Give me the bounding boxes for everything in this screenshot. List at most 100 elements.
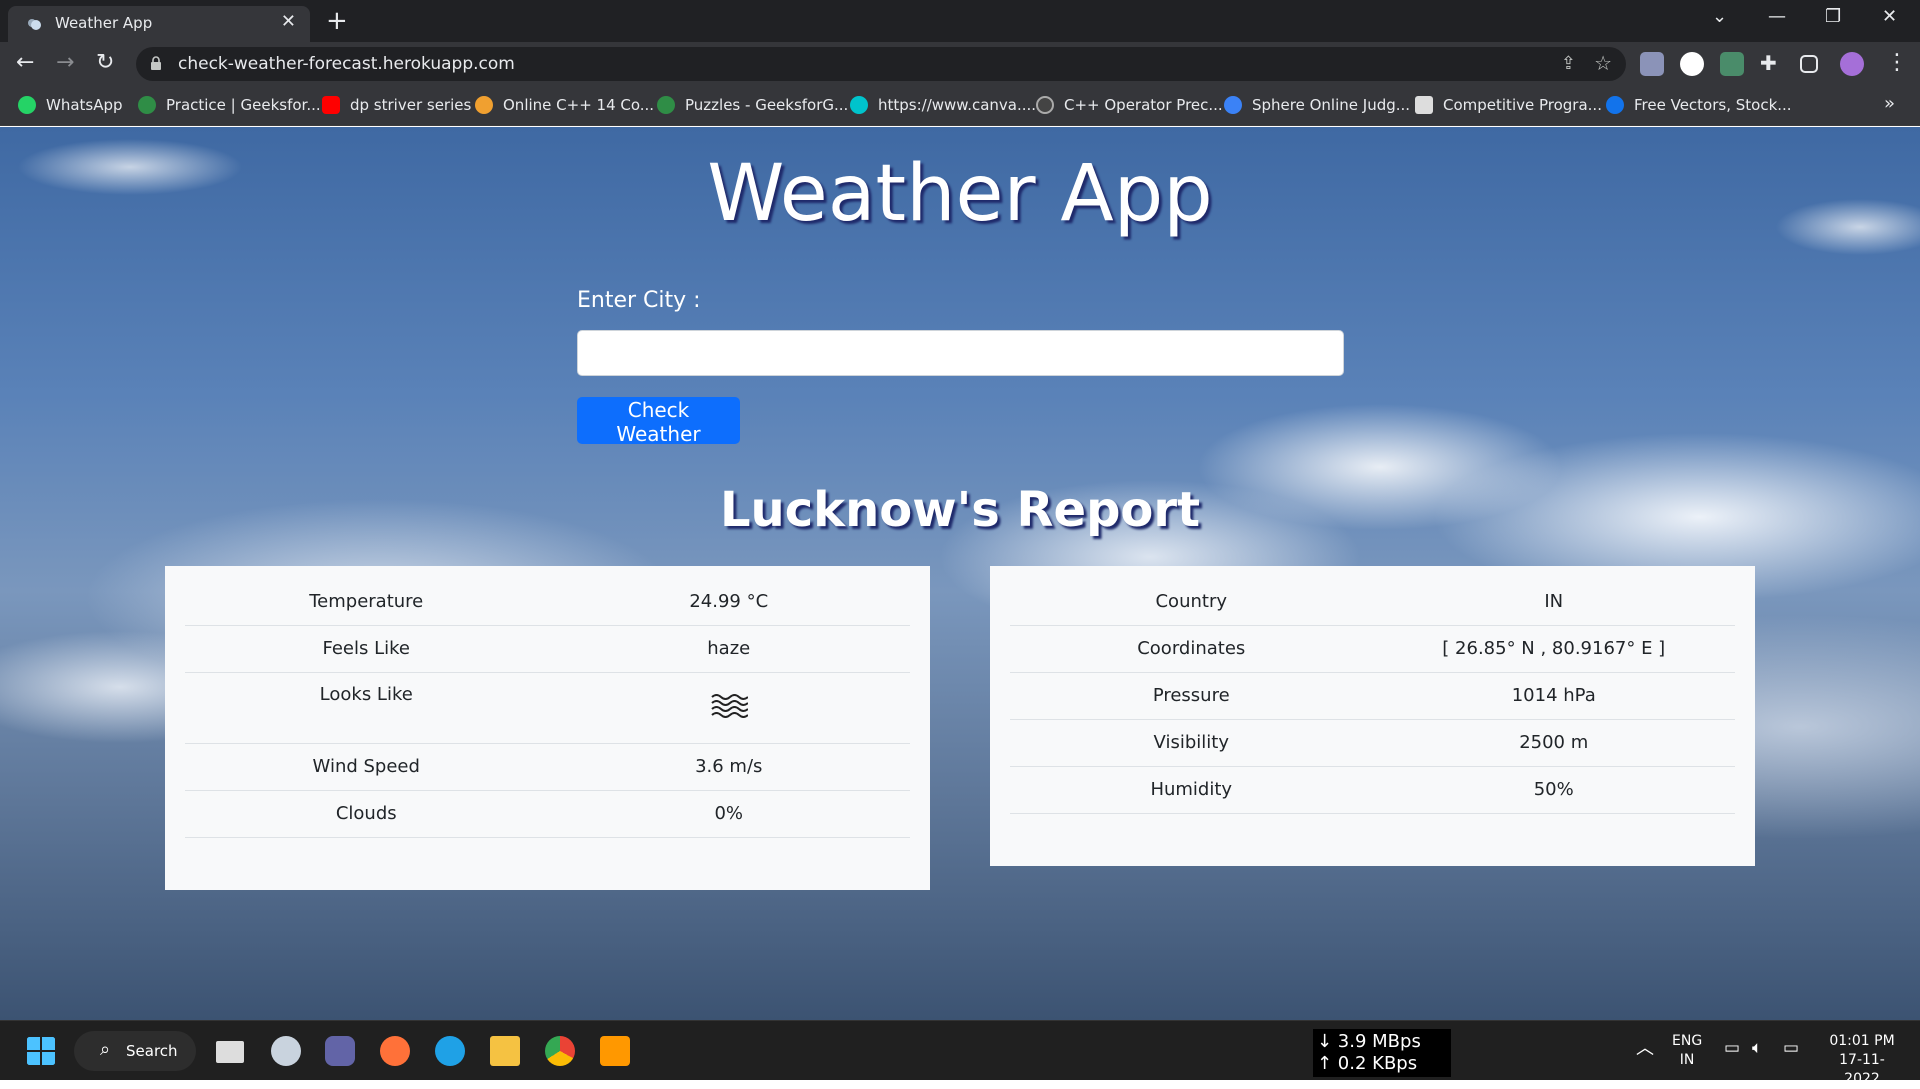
table-row: Wind Speed 3.6 m/s (185, 743, 910, 791)
bookmark-competitive-programming[interactable]: Competitive Progra... (1415, 96, 1602, 114)
weather-card-right: Country IN Coordinates [ 26.85° N , 80.9… (990, 566, 1755, 866)
table-row: Country IN (1010, 578, 1735, 626)
teams-chat-icon[interactable] (325, 1036, 355, 1066)
freepik-icon (1606, 96, 1624, 114)
file-explorer-icon[interactable] (490, 1036, 520, 1066)
bookmark-puzzles-geeksforgeeks[interactable]: Puzzles - GeeksforG... (657, 96, 848, 114)
minimize-icon[interactable]: — (1768, 6, 1786, 27)
network-speed-widget: ↓ 3.9 MBps ↑ 0.2 KBps (1313, 1029, 1451, 1077)
clock-time: 01:01 PM (1829, 1033, 1895, 1049)
reload-icon[interactable]: ↻ (96, 51, 114, 75)
row-label: Visibility (1010, 719, 1373, 767)
bookmark-cpp-operator-precedence[interactable]: C++ Operator Prec... (1036, 96, 1223, 114)
table-row: Pressure 1014 hPa (1010, 672, 1735, 720)
bookmark-whatsapp[interactable]: WhatsApp (18, 96, 123, 114)
extensions-puzzle-icon[interactable]: ✚ (1760, 51, 1777, 75)
language-indicator[interactable]: ENG IN (1672, 1032, 1702, 1070)
bookmark-favicon-icon (18, 96, 36, 114)
battery-icon[interactable]: ▭ (1783, 1039, 1799, 1058)
sublime-text-icon[interactable] (600, 1036, 630, 1066)
table-row: Temperature 24.99 °C (185, 578, 910, 626)
bookmark-favicon-icon (138, 96, 156, 114)
check-weather-button[interactable]: Check Weather (577, 397, 740, 446)
share-icon[interactable]: ⇪ (1561, 53, 1576, 74)
row-label: Temperature (185, 578, 548, 626)
row-value: 50% (1372, 766, 1735, 814)
tab-title: Weather App (55, 14, 153, 32)
row-label: Country (1010, 578, 1373, 626)
city-input[interactable] (577, 330, 1344, 376)
page-title: Weather App (707, 149, 1213, 239)
table-row: Coordinates [ 26.85° N , 80.9167° E ] (1010, 625, 1735, 673)
row-value: 24.99 °C (547, 578, 910, 626)
row-label: Looks Like (185, 672, 548, 744)
task-view-icon[interactable] (216, 1041, 244, 1063)
taskbar-search[interactable]: ⌕ Search (74, 1031, 196, 1071)
lock-icon (151, 56, 161, 70)
bookmarks-bar: WhatsApp Practice | Geeksfor... dp striv… (0, 86, 1920, 126)
row-label: Humidity (1010, 766, 1373, 814)
side-panel-icon[interactable] (1800, 55, 1818, 73)
restore-icon[interactable]: ❐ (1825, 6, 1841, 27)
tab-weather-app[interactable]: Weather App ✕ (8, 6, 310, 42)
weather-favicon-icon (28, 19, 41, 30)
tab-close-icon[interactable]: ✕ (281, 11, 296, 32)
address-bar[interactable]: check-weather-forecast.herokuapp.com ⇪ ☆ (136, 47, 1626, 81)
row-label: Clouds (185, 790, 548, 838)
bookmark-free-vectors[interactable]: Free Vectors, Stock... (1606, 96, 1792, 114)
row-label: Pressure (1010, 672, 1373, 720)
row-label: Coordinates (1010, 625, 1373, 673)
url-text: check-weather-forecast.herokuapp.com (178, 54, 515, 74)
report-title: Lucknow's Report (719, 482, 1201, 538)
menu-kebab-icon[interactable]: ⋮ (1886, 51, 1908, 75)
bookmark-star-icon[interactable]: ☆ (1594, 51, 1612, 75)
forward-icon[interactable]: → (56, 51, 74, 75)
chrome-icon[interactable] (545, 1036, 575, 1066)
row-value (547, 672, 910, 744)
youtube-icon (322, 96, 340, 114)
windows-start-icon[interactable] (26, 1036, 56, 1066)
row-value: [ 26.85° N , 80.9167° E ] (1372, 625, 1735, 673)
row-value: 2500 m (1372, 719, 1735, 767)
widgets-cloud-icon[interactable] (271, 1036, 301, 1066)
row-value: 0% (547, 790, 910, 838)
weather-table-left: Temperature 24.99 °C Feels Like haze Loo… (185, 578, 910, 838)
tab-search-icon[interactable]: ⌄ (1712, 6, 1727, 27)
chevron-up-icon[interactable]: ︿ (1636, 1039, 1654, 1058)
clock-date: 17-11-2022 (1839, 1052, 1885, 1087)
canva-icon (850, 96, 868, 114)
row-label: Wind Speed (185, 743, 548, 791)
bookmark-dp-striver-series[interactable]: dp striver series (322, 96, 471, 114)
extension-icon[interactable] (1720, 52, 1744, 76)
extension-icon[interactable] (1680, 52, 1704, 76)
row-value: haze (547, 625, 910, 673)
bookmark-practice-geeksforgeeks[interactable]: Practice | Geeksfor... (138, 96, 321, 114)
table-row: Clouds 0% (185, 790, 910, 838)
more-bookmarks-icon[interactable]: » (1884, 93, 1895, 114)
network-icon[interactable]: ▭ (1724, 1039, 1740, 1058)
weather-table-right: Country IN Coordinates [ 26.85° N , 80.9… (1010, 578, 1735, 814)
bookmark-favicon-icon (1036, 96, 1054, 114)
volume-icon[interactable]: 🔈︎ (1752, 1039, 1762, 1058)
back-icon[interactable]: ← (16, 51, 34, 75)
search-icon: ⌕ (100, 1039, 111, 1060)
table-row: Looks Like (185, 672, 910, 744)
firefox-icon[interactable] (380, 1036, 410, 1066)
haze-icon (711, 693, 748, 718)
extension-icon[interactable] (1640, 52, 1664, 76)
taskbar: ⌕ Search ↓ 3.9 MBps ↑ 0.2 KBps ︿ ENG IN … (0, 1020, 1920, 1087)
table-row: Visibility 2500 m (1010, 719, 1735, 767)
profile-avatar[interactable] (1840, 52, 1864, 76)
bookmark-online-cpp[interactable]: Online C++ 14 Co... (475, 96, 654, 114)
new-tab-button[interactable]: + (326, 6, 348, 36)
cc-icon (1415, 96, 1433, 114)
row-value: IN (1372, 578, 1735, 626)
edge-icon[interactable] (435, 1036, 465, 1066)
page-content: Weather App Enter City : Check Weather L… (0, 127, 1920, 1020)
clock[interactable]: 01:01 PM 17-11-2022 (1822, 1032, 1902, 1089)
close-window-icon[interactable]: ✕ (1882, 6, 1897, 27)
language-code: ENG (1672, 1033, 1703, 1049)
bookmark-sphere-online-judge[interactable]: Sphere Online Judg... (1224, 96, 1410, 114)
bookmark-canva[interactable]: https://www.canva.... (850, 96, 1036, 114)
net-download: ↓ 3.9 MBps (1317, 1031, 1421, 1052)
